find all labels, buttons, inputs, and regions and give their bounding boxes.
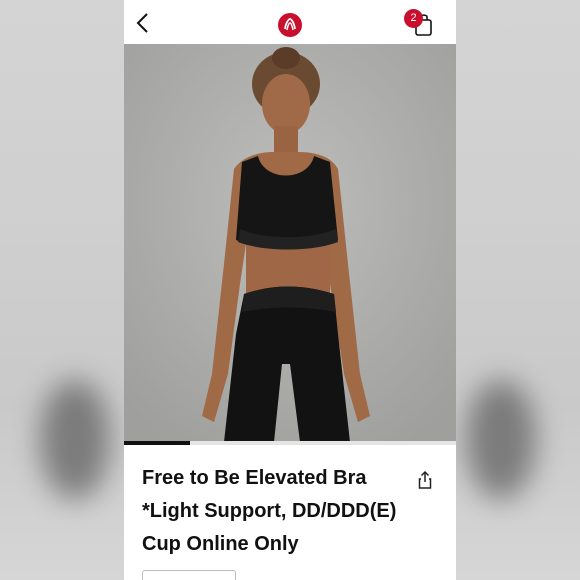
title-line-3: Cup Online Only — [142, 533, 299, 555]
share-button[interactable] — [416, 470, 434, 490]
image-carousel-progress — [124, 441, 456, 445]
back-button[interactable] — [134, 12, 154, 34]
bag-count-badge: 2 — [404, 9, 423, 28]
title-line-1: Free to Be Elevated Bra — [142, 467, 367, 489]
lululemon-logo-icon[interactable] — [278, 13, 302, 37]
product-image[interactable] — [124, 44, 456, 442]
color-swatch-box[interactable] — [142, 570, 236, 580]
model-photo — [124, 44, 456, 442]
title-line-2: *Light Support, DD/DDD(E) — [142, 500, 397, 522]
phone-screen: 2 Free to Be Elevated Bra *Light Support… — [124, 0, 456, 580]
share-icon — [418, 470, 432, 489]
top-nav-bar: 2 — [124, 0, 456, 44]
product-title: Free to Be Elevated Bra *Light Support, … — [142, 462, 412, 561]
chevron-left-icon — [136, 13, 148, 33]
carousel-progress-fill — [124, 441, 191, 445]
blurred-background-right — [456, 0, 580, 580]
blurred-background-left — [0, 0, 124, 580]
